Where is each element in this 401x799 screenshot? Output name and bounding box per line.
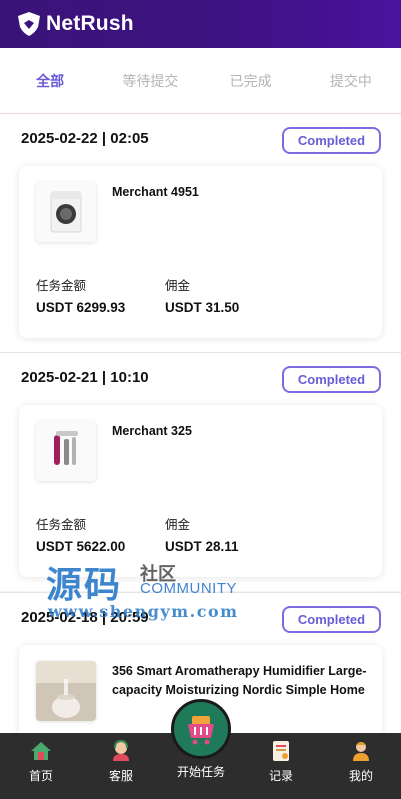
- humidifier-icon: [36, 661, 96, 721]
- hair-styler-icon: [54, 431, 78, 465]
- nav-records-label: 记录: [268, 769, 293, 783]
- order-card[interactable]: Merchant 4951 任务金额 佣金 USDT 6299.93 USDT …: [19, 166, 382, 338]
- status-completed-button[interactable]: Completed: [282, 366, 381, 393]
- records-icon: [273, 741, 289, 761]
- nav-home-label: 首页: [28, 769, 53, 783]
- task-amount-value: USDT 6299.93: [36, 300, 126, 315]
- app-logo-text: NetRush: [46, 12, 134, 35]
- task-amount-label: 任务金额: [36, 279, 87, 293]
- nav-service-label: 客服: [108, 769, 133, 783]
- order-date: 2025-02-22 | 02:05: [21, 130, 149, 147]
- merchant-name: 356 Smart Aromatherapy Humidifier Large-…: [112, 664, 367, 697]
- order-item: 2025-02-22 | 02:05 Completed Merchant 49…: [0, 114, 401, 352]
- commission-value: USDT 31.50: [165, 300, 240, 315]
- nav-service[interactable]: 客服: [86, 739, 156, 784]
- product-thumbnail: [36, 182, 96, 242]
- order-header: 2025-02-18 | 20:59 Completed: [0, 593, 401, 641]
- product-thumbnail: [36, 421, 96, 481]
- merchant-name: Merchant 4951: [112, 185, 199, 199]
- home-icon: [31, 742, 51, 760]
- status-completed-button[interactable]: Completed: [282, 127, 381, 154]
- shopping-cart-icon: [188, 716, 214, 745]
- order-filter-tabs: 全部 等待提交 已完成 提交中: [0, 48, 401, 114]
- task-amount-label: 任务金额: [36, 518, 87, 532]
- start-task-button[interactable]: [171, 699, 231, 759]
- order-header: 2025-02-21 | 10:10 Completed: [0, 353, 401, 401]
- order-date: 2025-02-18 | 20:59: [21, 609, 149, 626]
- tab-submitting[interactable]: 提交中: [301, 71, 401, 91]
- user-profile-icon: [353, 742, 369, 761]
- tab-completed[interactable]: 已完成: [201, 71, 301, 91]
- order-item: 2025-02-21 | 10:10 Completed Merchant 32…: [0, 353, 401, 591]
- app-header: NetRush: [0, 0, 401, 48]
- order-card[interactable]: Merchant 325 任务金额 佣金 USDT 5622.00 USDT 2…: [19, 405, 382, 577]
- task-amount-value: USDT 5622.00: [36, 539, 126, 554]
- commission-label: 佣金: [165, 279, 191, 293]
- shield-logo-icon: [18, 12, 40, 36]
- nav-mine-label: 我的: [348, 769, 373, 783]
- washing-machine-icon: [50, 191, 82, 233]
- tab-pending[interactable]: 等待提交: [100, 71, 200, 91]
- product-thumbnail: [36, 661, 96, 721]
- nav-mine[interactable]: 我的: [326, 739, 396, 784]
- commission-value: USDT 28.11: [165, 539, 239, 554]
- commission-label: 佣金: [165, 518, 191, 532]
- order-date: 2025-02-21 | 10:10: [21, 369, 149, 386]
- nav-home[interactable]: 首页: [6, 739, 76, 784]
- customer-service-icon: [113, 739, 129, 761]
- merchant-name: Merchant 325: [112, 424, 192, 438]
- order-header: 2025-02-22 | 02:05 Completed: [0, 114, 401, 162]
- status-completed-button[interactable]: Completed: [282, 606, 381, 633]
- tab-all[interactable]: 全部: [0, 71, 100, 91]
- nav-records[interactable]: 记录: [246, 739, 316, 784]
- start-task-label: 开始任务: [176, 765, 225, 779]
